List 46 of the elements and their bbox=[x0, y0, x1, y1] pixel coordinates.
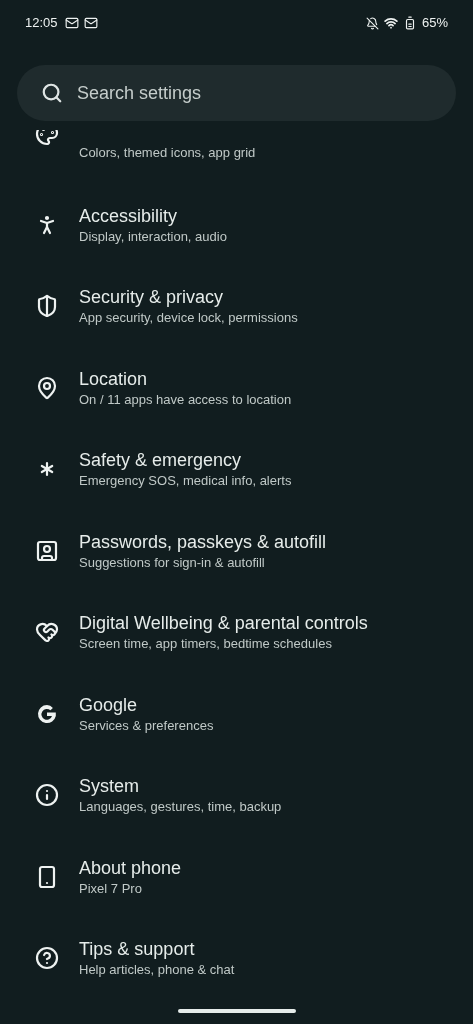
settings-item[interactable]: System Languages, gestures, time, backup bbox=[0, 754, 473, 836]
battery-percent: 65% bbox=[421, 14, 448, 33]
user-card-icon bbox=[35, 538, 59, 563]
home-indicator[interactable] bbox=[177, 1009, 296, 1013]
mute-icon bbox=[365, 16, 379, 30]
map-pin-icon bbox=[35, 375, 59, 400]
mail-icon bbox=[83, 16, 98, 30]
info-icon bbox=[35, 783, 59, 808]
settings-item[interactable]: Google Services & preferences bbox=[0, 673, 473, 755]
search-icon bbox=[41, 82, 63, 104]
mail-icon bbox=[64, 16, 79, 30]
help-icon bbox=[35, 946, 59, 971]
clock-time: 12:05 bbox=[25, 14, 58, 33]
item-title: About phone bbox=[79, 856, 182, 880]
item-title: Location bbox=[79, 367, 149, 391]
item-subtitle: App security, device lock, permissions bbox=[79, 309, 298, 328]
item-subtitle: Help articles, phone & chat bbox=[79, 961, 235, 980]
item-title: System bbox=[79, 775, 140, 799]
wifi-icon bbox=[383, 16, 398, 30]
item-subtitle: Display, interaction, audio bbox=[79, 227, 227, 246]
search-field[interactable]: Search settings bbox=[77, 79, 456, 107]
item-subtitle: Languages, gestures, time, backup bbox=[79, 798, 282, 817]
shield-icon bbox=[35, 294, 59, 319]
settings-item[interactable]: Safety & emergency Emergency SOS, medical info, alerts bbox=[0, 428, 473, 510]
item-title: Google bbox=[79, 693, 139, 717]
settings-item[interactable]: Passwords, passkeys & autofill Suggestions for sign-in & autofill bbox=[0, 510, 473, 592]
settings-item[interactable]: Tips & support Help articles, phone & chat bbox=[0, 917, 473, 999]
item-subtitle: Emergency SOS, medical info, alerts bbox=[79, 472, 292, 491]
item-title: Passwords, passkeys & autofill bbox=[79, 530, 327, 554]
settings-item[interactable]: Location On / 11 apps have access to location bbox=[0, 347, 473, 429]
item-subtitle: Suggestions for sign-in & autofill bbox=[79, 553, 266, 572]
settings-item[interactable]: Security & privacy App security, device lock, permissions bbox=[0, 265, 473, 347]
item-title: Security & privacy bbox=[79, 286, 225, 310]
settings-item[interactable]: Accessibility Display, interaction, audio bbox=[0, 184, 473, 266]
item-subtitle: Colors, themed icons, app grid bbox=[79, 144, 256, 162]
item-subtitle: On / 11 apps have access to location bbox=[79, 390, 292, 409]
item-title: Accessibility bbox=[79, 204, 179, 228]
item-subtitle: Screen time, app timers, bedtime schedules bbox=[79, 635, 333, 654]
item-subtitle: Services & preferences bbox=[79, 716, 214, 735]
item-title: Digital Wellbeing & parental controls bbox=[79, 612, 368, 636]
item-subtitle: Pixel 7 Pro bbox=[79, 879, 143, 898]
item-title: Tips & support bbox=[79, 938, 196, 962]
item-title: Safety & emergency bbox=[79, 449, 243, 473]
settings-item[interactable]: Digital Wellbeing & parental controls Screen time, app timers, bedtime schedules bbox=[0, 591, 473, 673]
settings-item[interactable]: About phone Pixel 7 Pro bbox=[0, 836, 473, 918]
search-bar[interactable]: Search settings bbox=[17, 65, 456, 121]
